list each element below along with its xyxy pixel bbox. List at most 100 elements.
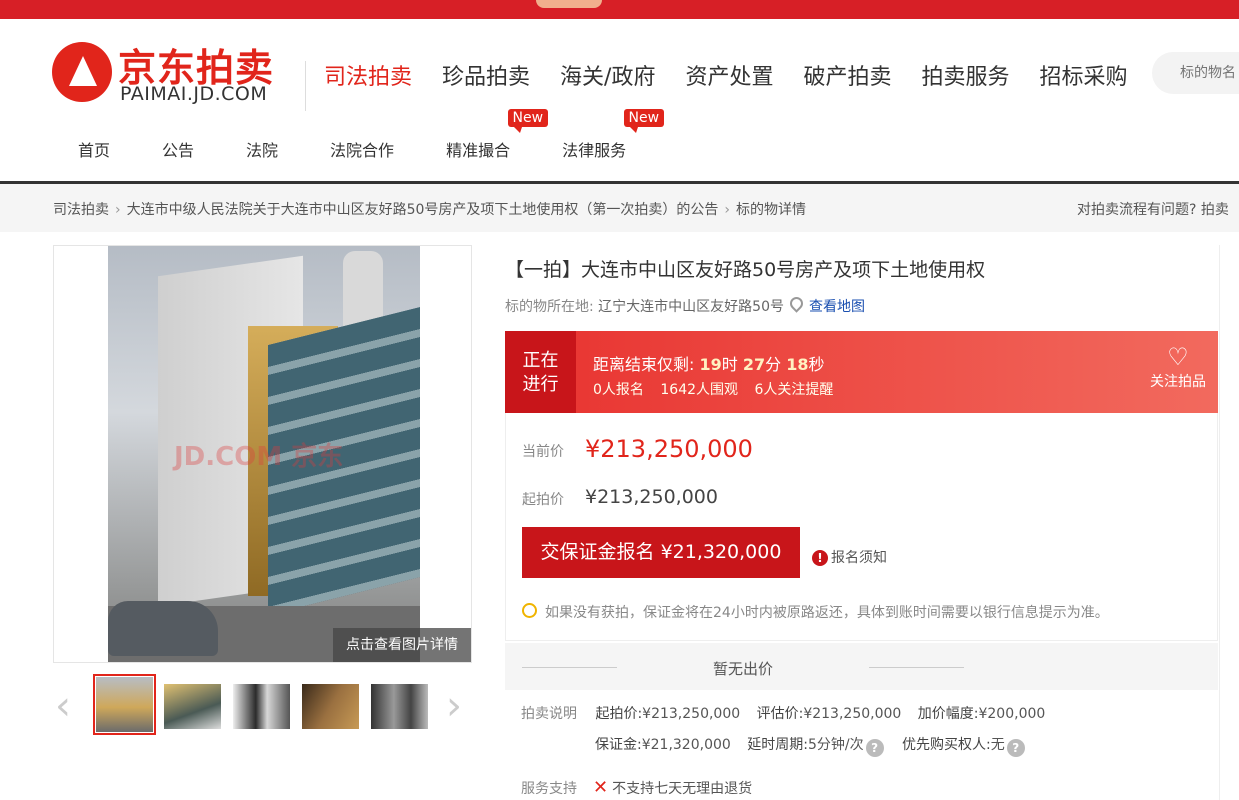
map-pin-icon	[787, 294, 806, 313]
thumbnail-2[interactable]	[164, 684, 221, 729]
new-badge: New	[623, 109, 665, 133]
right-side-panel	[1219, 245, 1239, 800]
sub-nav-label: 首页	[78, 141, 111, 160]
divider-line	[522, 667, 617, 668]
breadcrumb-current: 标的物详情	[736, 202, 807, 218]
logo-emblem-icon	[52, 42, 112, 102]
follow-label: 关注拍品	[1150, 374, 1206, 390]
info-delay-key: 延时周期:	[747, 737, 808, 753]
auction-status-bar: 正在 进行 距离结束仅剩: 19时 27分 18秒 0人报名 1642人围观 6…	[505, 331, 1218, 413]
follow-item-button[interactable]: ♡ 关注拍品	[1150, 343, 1206, 391]
item-location: 标的物所在地: 辽宁大连市中山区友好路50号 查看地图	[505, 294, 865, 316]
thumb-prev-arrow-icon[interactable]: ‹	[55, 686, 71, 726]
registration-notice-link[interactable]: ! 报名须知	[812, 547, 887, 567]
help-question-icon[interactable]: ?	[865, 739, 884, 757]
site-header: 京东拍卖 PAIMAI.JD.COM 司法拍卖 珍品拍卖 海关/政府 资产处置 …	[0, 19, 1239, 184]
breadcrumb-announcement[interactable]: 大连市中级人民法院关于大连市中山区友好路50号房产及项下土地使用权（第一次拍卖）…	[127, 202, 719, 218]
sub-nav-label: 法院合作	[330, 141, 395, 160]
help-link[interactable]: 对拍卖流程有问题? 拍卖	[1077, 199, 1229, 219]
sub-nav-court-cooperation[interactable]: 法院合作	[330, 137, 394, 161]
jd-paimai-logo[interactable]: 京东拍卖 PAIMAI.JD.COM	[52, 39, 302, 105]
breadcrumb-judicial-auction[interactable]: 司法拍卖	[53, 202, 109, 218]
status-line-2: 进行	[522, 374, 559, 395]
info-delay-value: 5分钟/次	[807, 737, 864, 753]
main-nav-customs-government[interactable]: 海关/政府	[560, 59, 655, 90]
image-gallery: JD.COM 京东 点击查看图片详情	[53, 245, 472, 663]
breadcrumb-separator: ›	[115, 202, 121, 218]
new-badge: New	[507, 109, 549, 133]
search-input[interactable]	[1152, 52, 1239, 81]
countdown-hours: 19	[699, 355, 722, 374]
deposit-refund-tip: 如果没有获拍，保证金将在24小时内被原路返还，具体到账时间需要以银行信息提示为准…	[522, 602, 1109, 622]
main-photo[interactable]: JD.COM 京东	[108, 246, 420, 662]
top-banner	[0, 0, 1239, 19]
status-line-1: 正在	[522, 350, 559, 371]
countdown: 距离结束仅剩: 19时 27分 18秒	[593, 351, 825, 375]
thumbnail-1[interactable]	[93, 674, 156, 735]
lightbulb-icon	[522, 603, 537, 618]
info-deposit-value: ¥21,320,000	[641, 737, 731, 753]
heart-plus-icon: ♡	[1167, 343, 1189, 371]
header-divider	[305, 61, 306, 111]
bid-history: 暂无出价	[505, 643, 1218, 690]
notice-label: 报名须知	[831, 550, 887, 566]
auction-info-label: 拍卖说明	[521, 706, 577, 722]
cross-icon: ✕	[593, 777, 609, 798]
auction-info: 拍卖说明 起拍价:¥213,250,000 评估价:¥213,250,000 加…	[521, 703, 1057, 765]
minutes-unit: 分	[765, 355, 782, 374]
main-nav-auction-service[interactable]: 拍卖服务	[921, 59, 1009, 90]
sub-nav-home[interactable]: 首页	[78, 137, 110, 161]
divider-line	[869, 667, 964, 668]
service-item: 不支持七天无理由退货	[612, 781, 753, 797]
sub-nav-label: 精准撮合	[446, 141, 511, 160]
help-question-icon[interactable]: ?	[1006, 739, 1025, 757]
reminder-count: 6人关注提醒	[754, 382, 834, 398]
sub-nav-courts[interactable]: 法院	[246, 137, 278, 161]
thumbnail-3[interactable]	[233, 684, 290, 729]
logo-domain: PAIMAI.JD.COM	[120, 83, 268, 105]
info-priority-key: 优先购买权人:	[902, 737, 991, 753]
main-nav-bankruptcy-auction[interactable]: 破产拍卖	[803, 59, 891, 90]
item-title: 【一拍】大连市中山区友好路50号房产及项下土地使用权	[505, 259, 986, 281]
info-increment-key: 加价幅度:	[917, 706, 979, 722]
info-deposit-key: 保证金:	[595, 737, 642, 753]
search-box	[1152, 52, 1239, 94]
breadcrumb: 司法拍卖 › 大连市中级人民法院关于大连市中山区友好路50号房产及项下土地使用权（第…	[53, 199, 806, 219]
service-support: 服务支持 ✕ 不支持七天无理由退货	[521, 777, 752, 798]
info-eval-key: 评估价:	[756, 706, 804, 722]
sub-nav-label: 法院	[246, 141, 279, 160]
main-nav-asset-disposal[interactable]: 资产处置	[685, 59, 773, 90]
tip-text: 如果没有获拍，保证金将在24小时内被原路返还，具体到账时间需要以银行信息提示为准…	[545, 605, 1109, 621]
photo-car	[108, 601, 218, 656]
location-address: 辽宁大连市中山区友好路50号	[598, 299, 784, 315]
info-start-value: ¥213,250,000	[642, 706, 741, 722]
view-photo-details-button[interactable]: 点击查看图片详情	[333, 628, 471, 662]
sub-nav-label: 法律服务	[562, 141, 627, 160]
main-nav-procurement[interactable]: 招标采购	[1040, 59, 1128, 90]
sub-nav-precise-matching[interactable]: 精准撮合 New	[446, 109, 549, 161]
photo-watermark: JD.COM 京东	[174, 442, 344, 472]
thumbnail-4[interactable]	[302, 684, 359, 729]
signup-count: 0人报名	[593, 382, 644, 398]
service-label: 服务支持	[521, 781, 577, 797]
watcher-count: 1642人围观	[660, 382, 739, 398]
countdown-seconds: 18	[786, 355, 809, 374]
thumbnail-5[interactable]	[371, 684, 428, 729]
current-price: ¥213,250,000	[585, 435, 753, 463]
main-nav-judicial-auction[interactable]: 司法拍卖	[324, 59, 412, 90]
sub-nav-legal-services[interactable]: 法律服务 New	[562, 109, 665, 161]
info-eval-value: ¥213,250,000	[803, 706, 902, 722]
main-nav-treasure-auction[interactable]: 珍品拍卖	[442, 59, 530, 90]
no-bids-text: 暂无出价	[713, 660, 774, 678]
main-nav: 司法拍卖 珍品拍卖 海关/政府 资产处置 破产拍卖 拍卖服务 招标采购	[324, 59, 1158, 90]
thumb-next-arrow-icon[interactable]: ›	[446, 686, 462, 726]
view-map-link[interactable]: 查看地图	[809, 299, 865, 315]
sub-nav-announcements[interactable]: 公告	[162, 137, 194, 161]
breadcrumb-separator: ›	[724, 202, 731, 218]
sub-nav-label: 公告	[162, 141, 195, 160]
exclamation-icon: !	[812, 550, 828, 566]
hours-unit: 时	[721, 355, 738, 374]
start-price: ¥213,250,000	[585, 486, 718, 508]
pay-deposit-register-button[interactable]: 交保证金报名 ¥21,320,000	[522, 527, 800, 578]
current-price-label: 当前价	[522, 444, 564, 460]
